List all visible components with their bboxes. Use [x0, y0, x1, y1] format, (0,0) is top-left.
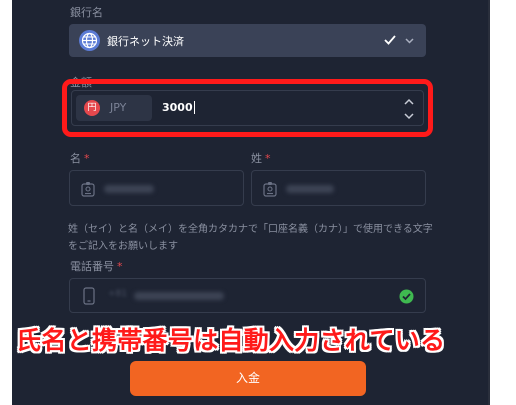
last-name-label: 姓 * — [251, 150, 271, 166]
chevron-down-icon[interactable] — [404, 35, 415, 46]
required-mark: * — [84, 152, 90, 165]
required-mark: * — [265, 152, 271, 165]
check-icon — [384, 35, 396, 45]
currency-code: JPY — [110, 101, 127, 114]
verified-icon — [399, 289, 414, 304]
bank-selected-value: 銀行ネット決済 — [107, 35, 184, 48]
bank-label: 銀行名 — [70, 6, 103, 19]
amount-highlight-box: 円 JPY 3000 — [62, 79, 433, 137]
currency-select[interactable]: 円 JPY — [76, 95, 152, 121]
phone-prefix: +81 — [108, 289, 127, 299]
blurred-last-name — [286, 185, 334, 193]
deposit-submit-button[interactable]: 入金 — [130, 361, 366, 396]
yen-icon: 円 — [84, 100, 100, 116]
globe-icon — [79, 30, 100, 51]
blurred-first-name — [104, 185, 154, 193]
blurred-phone-number — [134, 292, 224, 300]
required-mark: * — [117, 260, 123, 273]
amount-input[interactable]: 円 JPY 3000 — [71, 90, 424, 126]
last-name-label-text: 姓 — [251, 152, 262, 165]
id-card-icon — [81, 182, 95, 197]
amount-value[interactable]: 3000 — [162, 101, 195, 114]
first-name-label-text: 名 — [70, 152, 81, 165]
bank-select[interactable]: 銀行ネット決済 — [69, 24, 426, 57]
id-card-icon — [263, 182, 277, 197]
phone-icon — [83, 287, 95, 305]
first-name-label: 名 * — [70, 150, 90, 166]
phone-field[interactable]: +81 — [69, 278, 426, 313]
annotation-caption: 氏名と携帯番号は自動入力されている — [16, 326, 446, 355]
phone-label-text: 電話番号 — [70, 260, 114, 273]
first-name-field[interactable] — [69, 170, 244, 206]
phone-label: 電話番号 * — [70, 258, 123, 274]
stepper-icon[interactable] — [402, 95, 416, 123]
last-name-field[interactable] — [251, 170, 426, 206]
name-hint-text: 姓（セイ）と名（メイ）を全角カタカナで「口座名義（カナ）」で使用できる文字をご記… — [68, 224, 433, 252]
